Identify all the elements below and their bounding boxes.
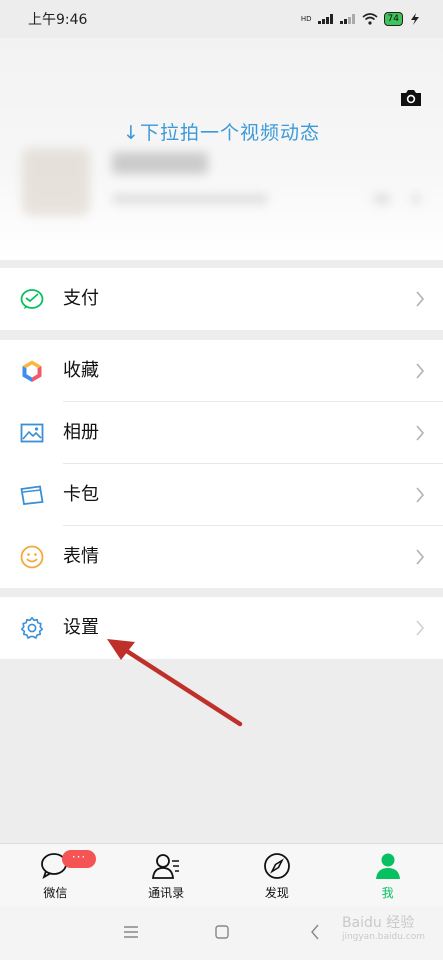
tab-contacts[interactable]: 通讯录 [111, 844, 222, 907]
contacts-icon [152, 854, 180, 879]
bottom-tab-bar: ··· 微信 通讯录 发现 我 [0, 843, 443, 907]
nav-menu-icon[interactable] [124, 926, 138, 938]
tab-chats[interactable]: ··· 微信 [0, 844, 111, 907]
annotation-arrow [107, 639, 243, 727]
baidu-watermark: Baidu 经验 jingyan.baidu.com [342, 912, 425, 942]
tab-label-chats: 微信 [43, 886, 68, 900]
tab-label-me: 我 [381, 886, 394, 900]
tab-me[interactable]: 我 [332, 844, 443, 907]
compass-icon [263, 853, 290, 879]
tab-label-contacts: 通讯录 [148, 886, 185, 900]
tab-discover[interactable]: 发现 [222, 844, 333, 907]
unread-badge: ··· [62, 850, 96, 868]
tab-label-discover: 发现 [264, 886, 289, 900]
watermark-logo: Baidu 经验 [341, 915, 415, 931]
nav-back-icon[interactable] [310, 924, 320, 940]
person-icon [375, 853, 400, 879]
watermark-url: jingyan.baidu.com [341, 932, 425, 942]
system-nav-bar: Baidu 经验 jingyan.baidu.com [0, 906, 443, 960]
nav-home-icon[interactable] [215, 925, 229, 939]
